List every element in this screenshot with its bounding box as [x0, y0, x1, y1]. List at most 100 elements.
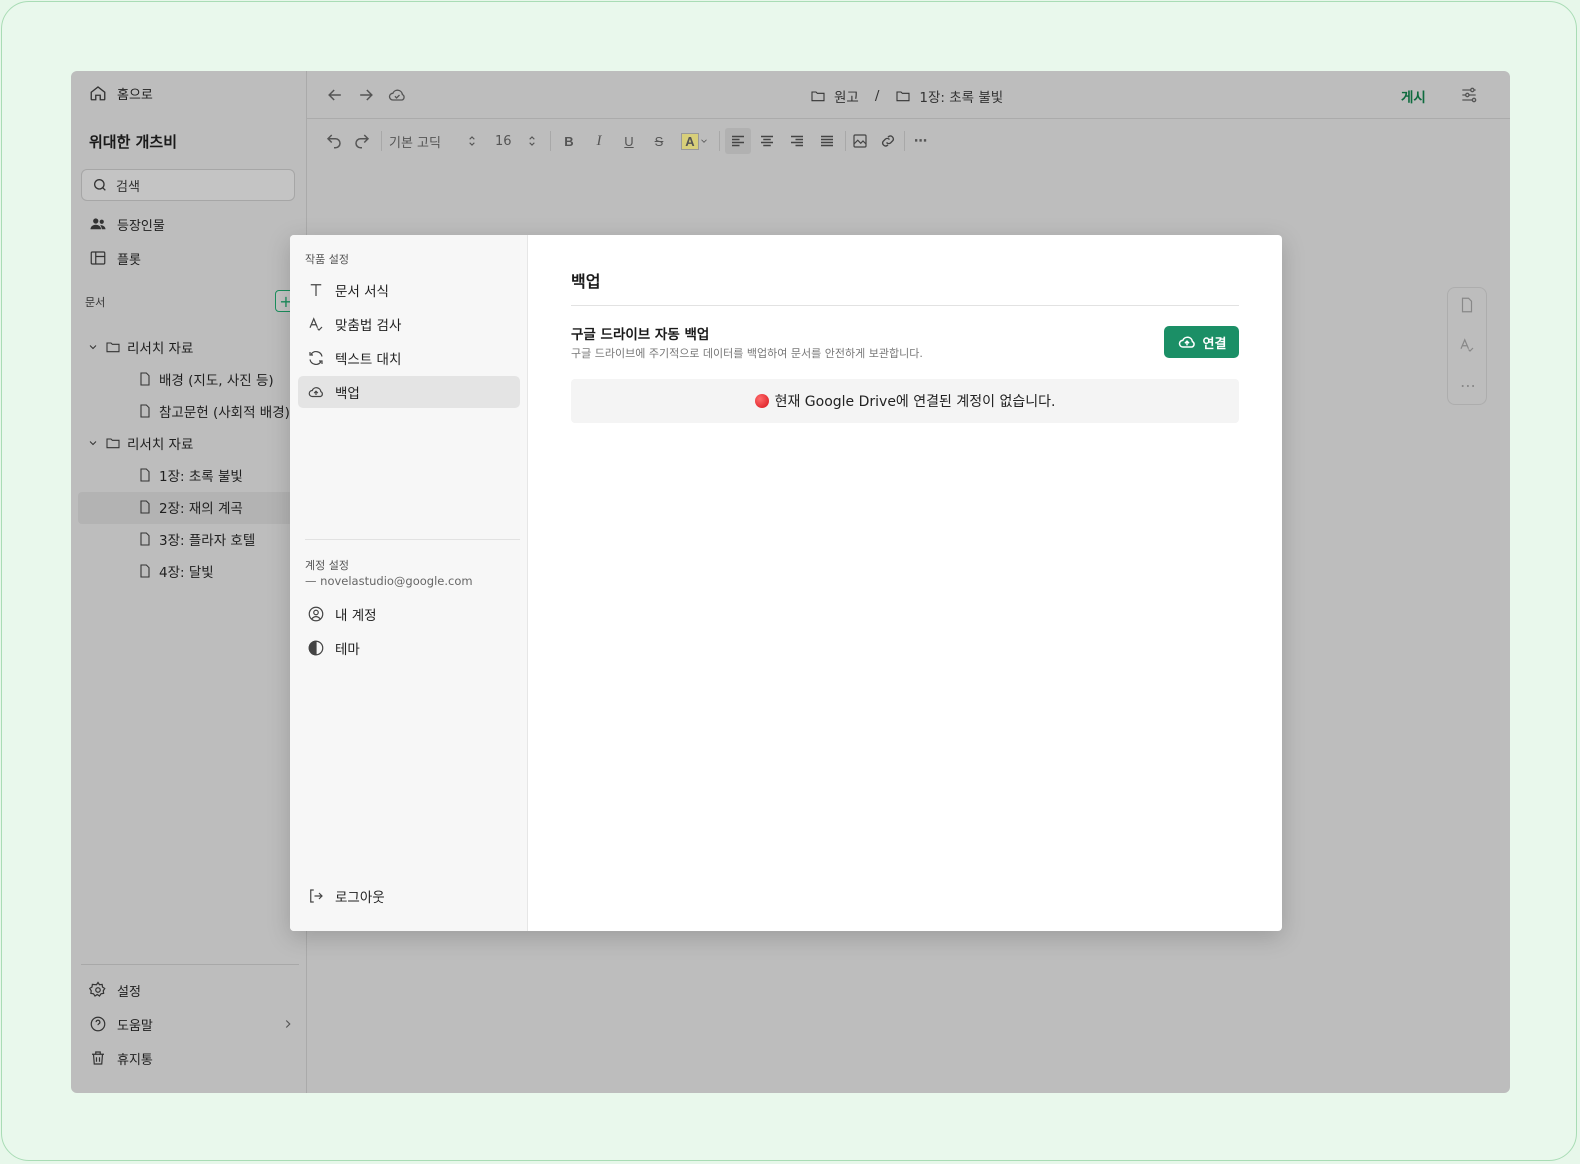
image-button[interactable] — [850, 131, 870, 151]
nav-label: 플롯 — [117, 252, 141, 268]
align-right-button[interactable] — [787, 131, 807, 151]
underline-icon[interactable]: U — [619, 131, 639, 151]
folder-icon — [106, 438, 120, 449]
align-left-button[interactable] — [725, 128, 751, 154]
nav-characters[interactable]: 등장인물 — [89, 213, 165, 235]
folder-label: 리서치 자료 — [127, 437, 194, 453]
link-button[interactable] — [878, 131, 898, 151]
settings-item-my-account[interactable]: 내 계정 — [298, 598, 520, 630]
justify-icon — [821, 135, 833, 147]
folder-item[interactable]: 리서치 자료 — [87, 336, 193, 358]
document-item[interactable]: 배경 (지도, 사진 등) — [137, 368, 274, 390]
documents-section-label: 문서 — [85, 296, 106, 309]
help-icon — [90, 1016, 106, 1032]
document-label: 3장: 플라자 호텔 — [159, 533, 256, 549]
settings-modal: 작품 설정 문서 서식 맞춤법 검사 텍스트 대치 백업 계정 설정 — nov… — [290, 235, 1282, 931]
settings-item-text-replace[interactable]: 텍스트 대치 — [298, 342, 520, 374]
document-label: 1장: 초록 불빛 — [159, 469, 243, 485]
cloud-upload-icon — [1178, 336, 1195, 348]
breadcrumb-item[interactable]: 원고 — [834, 86, 859, 106]
cloud-check-icon — [388, 89, 405, 101]
back-arrow-icon[interactable] — [325, 85, 345, 105]
settings-item-document-format[interactable]: 문서 서식 — [298, 274, 520, 306]
undo-icon — [326, 134, 341, 149]
font-select[interactable]: 기본 고딕 — [389, 131, 479, 151]
sidebar-divider — [81, 964, 299, 965]
size-select[interactable]: 16 — [495, 131, 539, 151]
right-rail: ⋯ — [1447, 287, 1487, 405]
logout-button[interactable]: 로그아웃 — [298, 880, 520, 912]
size-value: 16 — [495, 133, 512, 149]
user-circle-icon — [308, 606, 324, 622]
highlight-button[interactable]: A — [677, 131, 713, 151]
format-toolbar: 기본 고딕 16 B I U S A ⋯ — [307, 119, 1510, 163]
sliders-icon[interactable] — [1459, 85, 1479, 105]
project-title: 위대한 개츠비 — [89, 133, 178, 151]
settings-item-label: 맞춤법 검사 — [335, 318, 402, 334]
italic-icon[interactable]: I — [589, 131, 609, 151]
spellcheck-icon[interactable] — [1458, 336, 1478, 356]
title-divider — [571, 305, 1239, 306]
file-icon — [140, 500, 150, 514]
theme-icon — [308, 640, 324, 656]
breadcrumb-item[interactable]: 1장: 초록 불빛 — [919, 86, 1003, 106]
account-settings-label: 계정 설정 — [305, 559, 349, 572]
folder-icon — [896, 91, 910, 102]
home-icon — [90, 86, 106, 101]
publish-button[interactable]: 게시 — [1401, 86, 1426, 106]
nav-label: 등장인물 — [117, 218, 165, 234]
chevron-down-icon — [89, 345, 97, 350]
strikethrough-icon[interactable]: S — [649, 131, 669, 151]
notice-text: 현재 Google Drive에 연결된 계정이 없습니다. — [774, 394, 1056, 410]
help-label: 도움말 — [117, 1018, 153, 1034]
settings-item-label: 텍스트 대치 — [335, 352, 402, 368]
settings-divider — [305, 539, 520, 540]
link-icon — [882, 135, 894, 147]
toolbar-divider — [904, 131, 905, 151]
settings-item-spellcheck[interactable]: 맞춤법 검사 — [298, 308, 520, 340]
folder-icon — [811, 91, 825, 102]
document-panel-icon[interactable] — [1458, 296, 1478, 316]
connect-label: 연결 — [1202, 336, 1227, 352]
align-left-icon — [732, 135, 744, 147]
connect-button[interactable]: 연결 — [1164, 326, 1239, 358]
document-label: 참고문헌 (사회적 배경) — [159, 405, 290, 421]
more-icon[interactable]: ⋯ — [911, 131, 931, 151]
document-item[interactable]: 3장: 플라자 호텔 — [137, 528, 255, 550]
search-placeholder: 검색 — [116, 179, 140, 195]
trash-link[interactable]: 휴지통 — [89, 1047, 153, 1069]
home-link[interactable]: 홈으로 — [89, 82, 153, 104]
settings-link[interactable]: 설정 — [89, 979, 141, 1001]
bold-icon[interactable]: B — [559, 131, 579, 151]
settings-label: 설정 — [117, 984, 141, 1000]
forward-arrow-icon[interactable] — [356, 85, 376, 105]
page-title: 백업 — [571, 272, 601, 291]
file-icon — [140, 564, 150, 578]
document-item[interactable]: 2장: 재의 계곡 — [137, 496, 243, 518]
document-item[interactable]: 4장: 달빛 — [137, 560, 214, 582]
settings-item-backup[interactable]: 백업 — [298, 376, 520, 408]
undo-button[interactable] — [325, 131, 343, 151]
trash-icon — [92, 1051, 104, 1065]
help-link[interactable]: 도움말 — [89, 1013, 295, 1035]
document-item[interactable]: 참고문헌 (사회적 배경) — [137, 400, 290, 422]
search-input[interactable]: 검색 — [81, 169, 295, 201]
redo-button[interactable] — [353, 131, 371, 151]
logout-label: 로그아웃 — [335, 890, 385, 906]
align-center-button[interactable] — [757, 131, 777, 151]
align-right-icon — [791, 135, 803, 147]
file-icon — [140, 468, 150, 482]
layout-icon — [90, 251, 106, 265]
more-icon[interactable]: ⋯ — [1458, 376, 1478, 396]
settings-sidebar: 작품 설정 문서 서식 맞춤법 검사 텍스트 대치 백업 계정 설정 — nov… — [290, 235, 528, 931]
justify-button[interactable] — [817, 131, 837, 151]
document-item[interactable]: 1장: 초록 불빛 — [137, 464, 243, 486]
nav-plot[interactable]: 플롯 — [89, 247, 141, 269]
updown-icon — [529, 136, 535, 146]
breadcrumb-separator: / — [874, 88, 880, 104]
cloud-upload-icon — [308, 387, 323, 398]
settings-item-theme[interactable]: 테마 — [298, 632, 520, 664]
toolbar-divider — [845, 131, 846, 151]
folder-item[interactable]: 리서치 자료 — [87, 432, 193, 454]
trash-label: 휴지통 — [117, 1052, 153, 1068]
